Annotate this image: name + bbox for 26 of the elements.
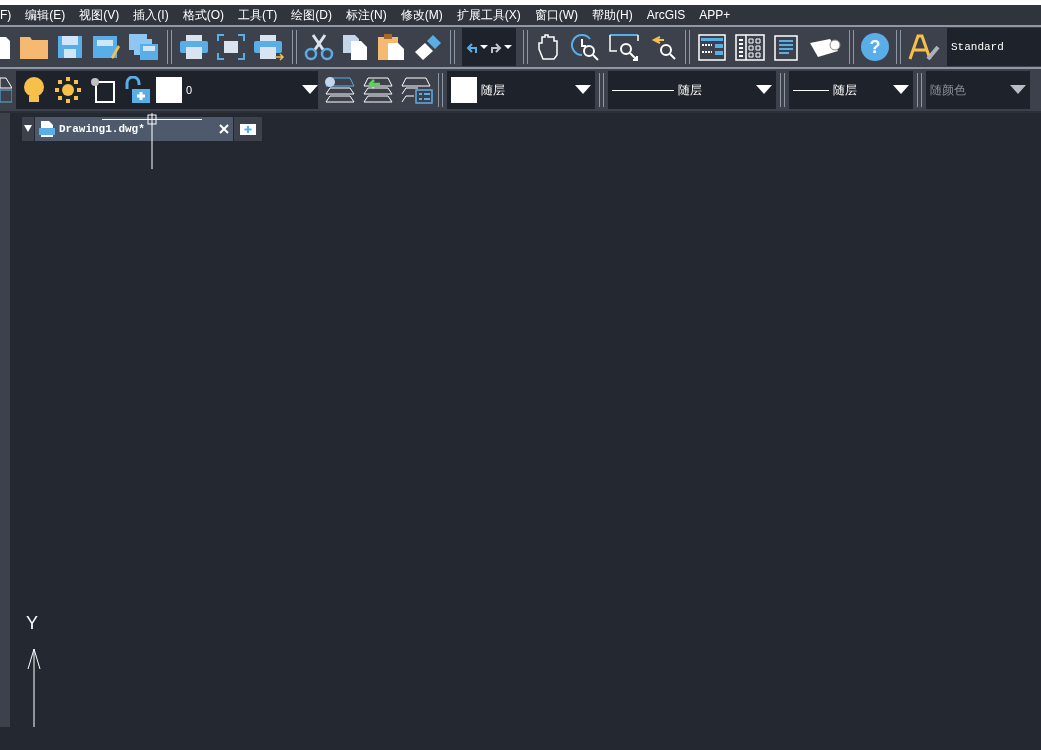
menu-item[interactable]: 窗口(W) bbox=[526, 6, 584, 24]
dropdown-value: 随层 bbox=[833, 81, 857, 99]
text-style-field[interactable]: Standard bbox=[947, 28, 1041, 66]
menu-item[interactable]: APP+ bbox=[691, 8, 737, 22]
layer-name: 0 bbox=[186, 84, 194, 96]
menu-item[interactable]: 扩展工具(X) bbox=[448, 6, 527, 24]
document-tab[interactable]: Drawing1.dwg* bbox=[35, 117, 233, 141]
linetype-dropdown[interactable]: 随层 bbox=[608, 71, 776, 109]
dropdown-value: 随层 bbox=[481, 81, 505, 99]
dropdown-value: 随层 bbox=[678, 81, 702, 99]
layer-dropdown[interactable]: 0 bbox=[16, 71, 318, 109]
lineweight-dropdown[interactable]: 随层 bbox=[789, 71, 913, 109]
menu-item[interactable]: 绘图(D) bbox=[283, 6, 338, 24]
menu-item[interactable]: 插入(I) bbox=[125, 6, 175, 24]
menu-item[interactable]: 标注(N) bbox=[338, 6, 393, 24]
dropdown-value: 随颜色 bbox=[930, 81, 966, 99]
menu-item[interactable]: 视图(V) bbox=[71, 6, 126, 24]
color-dropdown[interactable]: 随层 bbox=[447, 71, 595, 109]
menu-item[interactable]: 修改(M) bbox=[392, 6, 449, 24]
menu-item[interactable]: F) bbox=[0, 8, 18, 22]
menu-item[interactable]: 编辑(E) bbox=[17, 6, 72, 24]
menu-item[interactable]: 格式(O) bbox=[174, 6, 230, 24]
menu-item[interactable]: ArcGIS bbox=[638, 8, 692, 22]
axis-label: Y bbox=[26, 613, 38, 634]
menu-item[interactable]: 工具(T) bbox=[230, 6, 284, 24]
menu-item[interactable]: 帮助(H) bbox=[584, 6, 639, 24]
